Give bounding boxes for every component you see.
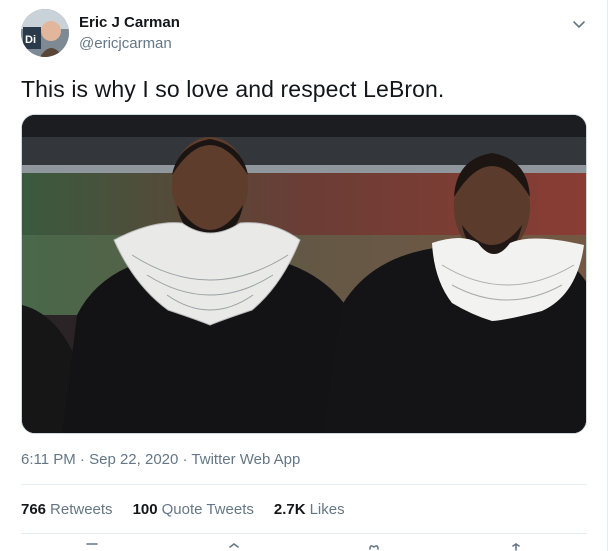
retweets-count: 766 [21,501,47,518]
reply-icon[interactable] [85,543,99,551]
separator: · [178,451,192,468]
likes-count: 2.7K [273,501,306,518]
tweet-actions [21,543,587,551]
quote-tweets-count: 100 [132,501,158,518]
retweets-stat[interactable]: 766 Retweets [21,501,113,518]
retweet-icon[interactable] [227,543,241,551]
separator: · [75,451,90,468]
retweets-label: Retweets [50,501,113,518]
tweet-date[interactable]: Sep 22, 2020 [89,451,178,468]
likes-stat[interactable]: 2.7K Likes [274,501,345,518]
svg-text:Di: Di [25,34,36,46]
divider [21,484,587,485]
chevron-down-icon[interactable] [569,14,589,34]
engagement-stats: 766 Retweets 100 Quote Tweets 2.7K Likes [21,501,365,518]
quote-tweets-stat[interactable]: 100 Quote Tweets [133,501,254,518]
tweet-source[interactable]: Twitter Web App [191,451,300,468]
tweet-text: This is why I so love and respect LeBron… [21,76,445,102]
quote-tweets-label: Quote Tweets [161,501,254,518]
tweet-timestamp: 6:11 PM · Sep 22, 2020 · Twitter Web App [21,451,300,468]
author-handle[interactable]: @ericjcarman [79,35,172,52]
tweet-card: Di Eric J Carman @ericjcarman This is wh… [0,0,608,551]
share-icon[interactable] [509,543,523,551]
tweet-photo[interactable] [21,114,587,434]
avatar[interactable]: Di [21,9,69,57]
likes-label: Likes [309,501,345,518]
divider [21,533,587,534]
author-name[interactable]: Eric J Carman [79,14,180,31]
tweet-time[interactable]: 6:11 PM [21,451,76,468]
like-icon[interactable] [367,543,381,551]
